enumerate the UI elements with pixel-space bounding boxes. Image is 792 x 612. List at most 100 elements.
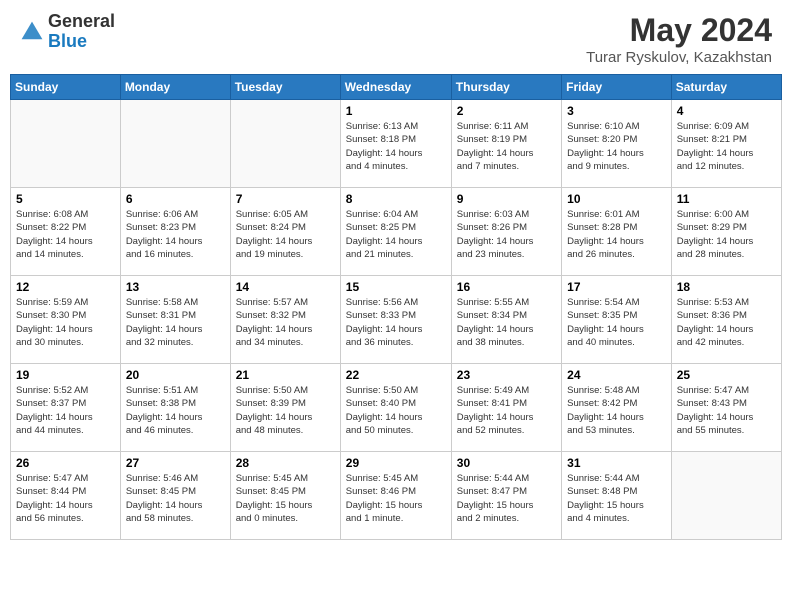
day-number: 1 xyxy=(346,104,446,118)
day-number: 7 xyxy=(236,192,335,206)
day-info: Sunrise: 5:49 AM Sunset: 8:41 PM Dayligh… xyxy=(457,384,556,437)
calendar-cell: 8 Sunrise: 6:04 AM Sunset: 8:25 PM Daylig… xyxy=(340,188,451,276)
day-info: Sunrise: 6:04 AM Sunset: 8:25 PM Dayligh… xyxy=(346,208,446,261)
day-number: 20 xyxy=(126,368,225,382)
calendar-week-4: 19Sunrise: 5:52 AM Sunset: 8:37 PM Dayli… xyxy=(11,364,782,452)
day-number: 28 xyxy=(236,456,335,470)
calendar-cell: 25 Sunrise: 5:47 AM Sunset: 8:43 PM Dayli… xyxy=(671,364,781,452)
logo-blue: Blue xyxy=(48,32,115,52)
calendar-cell: 1Sunrise: 6:13 AM Sunset: 8:18 PM Daylig… xyxy=(340,100,451,188)
day-number: 5 xyxy=(16,192,115,206)
calendar-container: SundayMondayTuesdayWednesdayThursdayFrid… xyxy=(0,74,792,550)
calendar-cell xyxy=(11,100,121,188)
day-number: 17 xyxy=(567,280,666,294)
day-info: Sunrise: 5:54 AM Sunset: 8:35 PM Dayligh… xyxy=(567,296,666,349)
calendar-cell: 21 Sunrise: 5:50 AM Sunset: 8:39 PM Dayli… xyxy=(230,364,340,452)
day-info: Sunrise: 5:52 AM Sunset: 8:37 PM Dayligh… xyxy=(16,384,115,437)
day-header-monday: Monday xyxy=(120,75,230,100)
page-header: General Blue May 2024 Turar Ryskulov, Ka… xyxy=(0,0,792,74)
day-header-tuesday: Tuesday xyxy=(230,75,340,100)
day-info: Sunrise: 5:51 AM Sunset: 8:38 PM Dayligh… xyxy=(126,384,225,437)
day-info: Sunrise: 6:09 AM Sunset: 8:21 PM Dayligh… xyxy=(677,120,776,173)
calendar-table: SundayMondayTuesdayWednesdayThursdayFrid… xyxy=(10,74,782,540)
day-number: 6 xyxy=(126,192,225,206)
day-info: Sunrise: 5:50 AM Sunset: 8:40 PM Dayligh… xyxy=(346,384,446,437)
calendar-cell: 20 Sunrise: 5:51 AM Sunset: 8:38 PM Dayli… xyxy=(120,364,230,452)
day-info: Sunrise: 5:47 AM Sunset: 8:44 PM Dayligh… xyxy=(16,472,115,525)
calendar-cell: 9 Sunrise: 6:03 AM Sunset: 8:26 PM Daylig… xyxy=(451,188,561,276)
day-number: 21 xyxy=(236,368,335,382)
logo-general: General xyxy=(48,12,115,32)
day-number: 14 xyxy=(236,280,335,294)
day-info: Sunrise: 5:47 AM Sunset: 8:43 PM Dayligh… xyxy=(677,384,776,437)
title-section: May 2024 Turar Ryskulov, Kazakhstan xyxy=(586,12,772,66)
calendar-cell: 14 Sunrise: 5:57 AM Sunset: 8:32 PM Dayli… xyxy=(230,276,340,364)
day-number: 16 xyxy=(457,280,556,294)
day-info: Sunrise: 5:45 AM Sunset: 8:46 PM Dayligh… xyxy=(346,472,446,525)
day-header-thursday: Thursday xyxy=(451,75,561,100)
day-info: Sunrise: 5:55 AM Sunset: 8:34 PM Dayligh… xyxy=(457,296,556,349)
day-number: 24 xyxy=(567,368,666,382)
day-number: 22 xyxy=(346,368,446,382)
day-info: Sunrise: 6:11 AM Sunset: 8:19 PM Dayligh… xyxy=(457,120,556,173)
calendar-cell: 29 Sunrise: 5:45 AM Sunset: 8:46 PM Dayli… xyxy=(340,452,451,540)
day-number: 12 xyxy=(16,280,115,294)
day-info: Sunrise: 5:44 AM Sunset: 8:47 PM Dayligh… xyxy=(457,472,556,525)
calendar-cell: 2 Sunrise: 6:11 AM Sunset: 8:19 PM Daylig… xyxy=(451,100,561,188)
calendar-cell: 13Sunrise: 5:58 AM Sunset: 8:31 PM Dayli… xyxy=(120,276,230,364)
calendar-cell: 18Sunrise: 5:53 AM Sunset: 8:36 PM Dayli… xyxy=(671,276,781,364)
calendar-cell: 27 Sunrise: 5:46 AM Sunset: 8:45 PM Dayli… xyxy=(120,452,230,540)
day-info: Sunrise: 6:01 AM Sunset: 8:28 PM Dayligh… xyxy=(567,208,666,261)
calendar-cell: 16 Sunrise: 5:55 AM Sunset: 8:34 PM Dayli… xyxy=(451,276,561,364)
day-number: 11 xyxy=(677,192,776,206)
day-info: Sunrise: 6:10 AM Sunset: 8:20 PM Dayligh… xyxy=(567,120,666,173)
calendar-cell: 5 Sunrise: 6:08 AM Sunset: 8:22 PM Daylig… xyxy=(11,188,121,276)
day-number: 8 xyxy=(346,192,446,206)
day-number: 27 xyxy=(126,456,225,470)
day-info: Sunrise: 5:44 AM Sunset: 8:48 PM Dayligh… xyxy=(567,472,666,525)
day-info: Sunrise: 6:08 AM Sunset: 8:22 PM Dayligh… xyxy=(16,208,115,261)
day-info: Sunrise: 5:50 AM Sunset: 8:39 PM Dayligh… xyxy=(236,384,335,437)
calendar-cell: 11 Sunrise: 6:00 AM Sunset: 8:29 PM Dayli… xyxy=(671,188,781,276)
day-number: 29 xyxy=(346,456,446,470)
day-number: 26 xyxy=(16,456,115,470)
calendar-header-row: SundayMondayTuesdayWednesdayThursdayFrid… xyxy=(11,75,782,100)
calendar-cell: 24Sunrise: 5:48 AM Sunset: 8:42 PM Dayli… xyxy=(562,364,672,452)
calendar-cell: 3Sunrise: 6:10 AM Sunset: 8:20 PM Daylig… xyxy=(562,100,672,188)
calendar-cell: 7 Sunrise: 6:05 AM Sunset: 8:24 PM Daylig… xyxy=(230,188,340,276)
day-info: Sunrise: 6:05 AM Sunset: 8:24 PM Dayligh… xyxy=(236,208,335,261)
day-number: 13 xyxy=(126,280,225,294)
logo-icon xyxy=(20,20,44,44)
calendar-cell: 23Sunrise: 5:49 AM Sunset: 8:41 PM Dayli… xyxy=(451,364,561,452)
calendar-week-3: 12 Sunrise: 5:59 AM Sunset: 8:30 PM Dayli… xyxy=(11,276,782,364)
day-number: 9 xyxy=(457,192,556,206)
day-info: Sunrise: 5:59 AM Sunset: 8:30 PM Dayligh… xyxy=(16,296,115,349)
day-number: 2 xyxy=(457,104,556,118)
calendar-cell: 15Sunrise: 5:56 AM Sunset: 8:33 PM Dayli… xyxy=(340,276,451,364)
calendar-title: May 2024 xyxy=(586,12,772,49)
day-header-sunday: Sunday xyxy=(11,75,121,100)
day-info: Sunrise: 5:56 AM Sunset: 8:33 PM Dayligh… xyxy=(346,296,446,349)
calendar-cell: 22 Sunrise: 5:50 AM Sunset: 8:40 PM Dayli… xyxy=(340,364,451,452)
calendar-cell: 10 Sunrise: 6:01 AM Sunset: 8:28 PM Dayli… xyxy=(562,188,672,276)
day-info: Sunrise: 6:00 AM Sunset: 8:29 PM Dayligh… xyxy=(677,208,776,261)
day-info: Sunrise: 5:53 AM Sunset: 8:36 PM Dayligh… xyxy=(677,296,776,349)
day-info: Sunrise: 5:57 AM Sunset: 8:32 PM Dayligh… xyxy=(236,296,335,349)
day-number: 25 xyxy=(677,368,776,382)
day-info: Sunrise: 6:03 AM Sunset: 8:26 PM Dayligh… xyxy=(457,208,556,261)
day-number: 31 xyxy=(567,456,666,470)
day-number: 10 xyxy=(567,192,666,206)
calendar-cell xyxy=(671,452,781,540)
day-info: Sunrise: 6:06 AM Sunset: 8:23 PM Dayligh… xyxy=(126,208,225,261)
day-info: Sunrise: 5:46 AM Sunset: 8:45 PM Dayligh… xyxy=(126,472,225,525)
calendar-cell xyxy=(230,100,340,188)
calendar-cell: 30Sunrise: 5:44 AM Sunset: 8:47 PM Dayli… xyxy=(451,452,561,540)
calendar-cell: 4 Sunrise: 6:09 AM Sunset: 8:21 PM Daylig… xyxy=(671,100,781,188)
calendar-cell xyxy=(120,100,230,188)
calendar-week-5: 26 Sunrise: 5:47 AM Sunset: 8:44 PM Dayli… xyxy=(11,452,782,540)
day-header-friday: Friday xyxy=(562,75,672,100)
logo: General Blue xyxy=(20,12,115,52)
calendar-cell: 28Sunrise: 5:45 AM Sunset: 8:45 PM Dayli… xyxy=(230,452,340,540)
day-number: 4 xyxy=(677,104,776,118)
calendar-week-1: 1Sunrise: 6:13 AM Sunset: 8:18 PM Daylig… xyxy=(11,100,782,188)
